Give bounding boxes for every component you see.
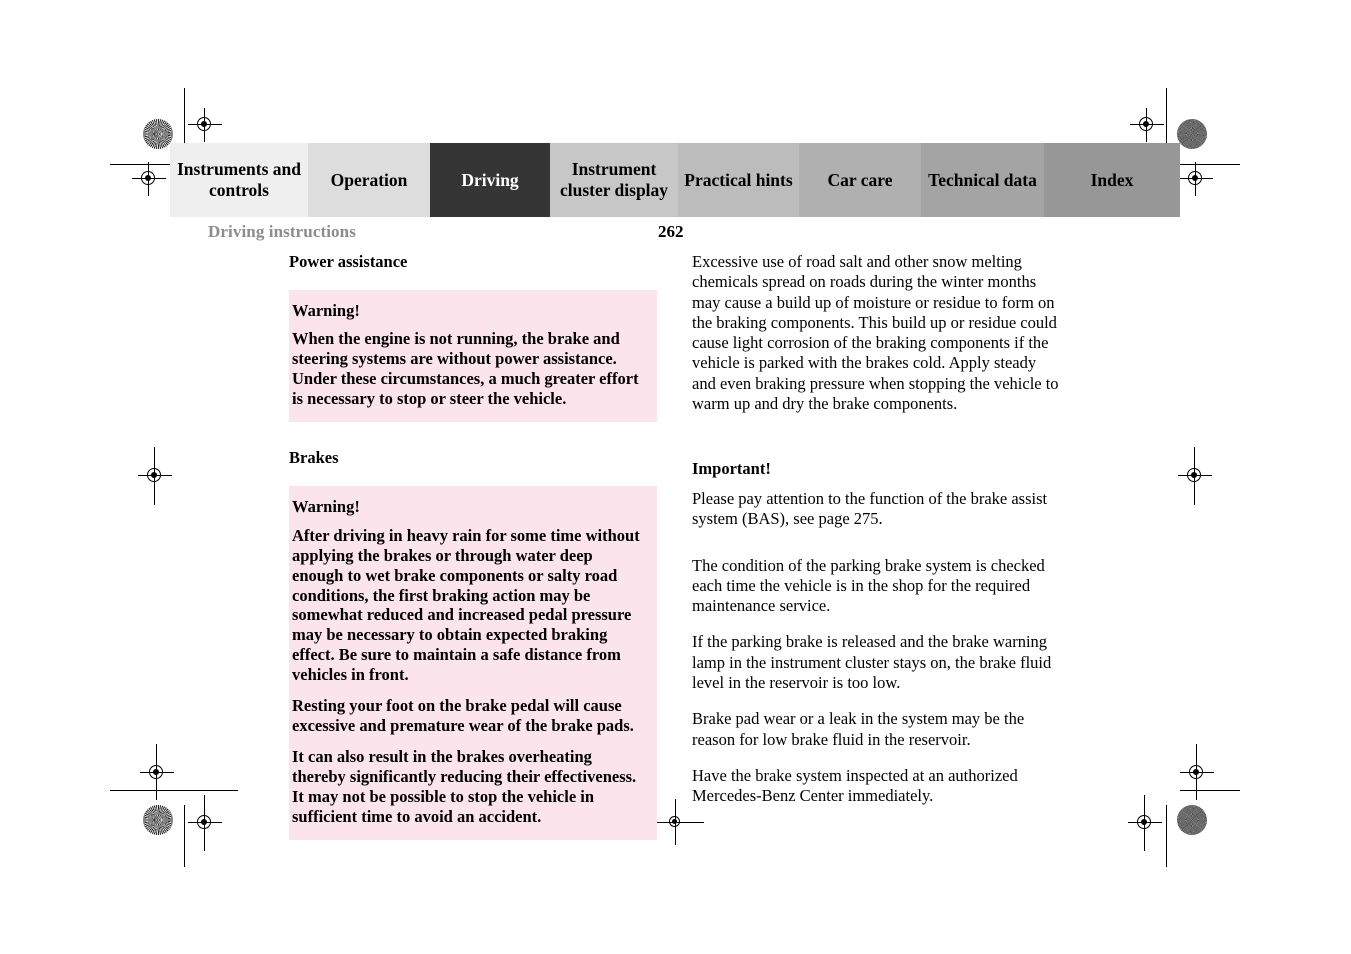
body-paragraph: Have the brake system inspected at an au…: [692, 765, 1018, 806]
page-number: 262: [658, 222, 684, 241]
chapter-tab-label: Instrument cluster display: [559, 159, 669, 200]
chapter-tab-practical-hints[interactable]: Practical hints: [678, 143, 799, 217]
heading-brakes: Brakes: [289, 448, 339, 468]
halftone-star-top-right: [1177, 119, 1207, 149]
registration-mark-bottom-center: [646, 799, 704, 845]
chapter-tab-technical-data[interactable]: Technical data: [921, 143, 1044, 217]
registration-mark-bottom-left-upper: [140, 744, 174, 800]
registration-mark-mid-right: [1178, 447, 1212, 505]
warning-paragraph: Resting your foot on the brake pedal wil…: [292, 696, 634, 736]
crop-line-bottom-right-horizontal: [1180, 790, 1240, 792]
registration-mark-top-left-upper: [188, 108, 222, 142]
halftone-star-bottom-right: [1177, 805, 1207, 835]
warning-paragraph: When the engine is not running, the brak…: [292, 329, 639, 409]
crop-line-bottom-left-horizontal: [110, 790, 238, 792]
halftone-star-top-left: [143, 119, 173, 149]
chapter-tab-driving[interactable]: Driving: [430, 143, 550, 217]
body-paragraph: Please pay attention to the function of …: [692, 489, 1048, 529]
registration-mark-top-right-upper: [1130, 108, 1164, 142]
running-head: Driving instructions: [208, 222, 356, 241]
registration-mark-top-left-lower: [132, 162, 166, 196]
registration-mark-mid-left: [138, 447, 172, 505]
registration-mark-bottom-left-lower: [188, 795, 222, 851]
important-title: Important!: [692, 459, 771, 479]
chapter-tab-label: Technical data: [928, 169, 1037, 190]
warning-paragraph: After driving in heavy rain for some tim…: [292, 525, 640, 685]
right-column: Excessive use of road salt and other sno…: [692, 252, 1060, 822]
warning-box-brakes: Warning! After driving in heavy rain for…: [289, 485, 657, 840]
crop-line-bottom-left-vertical: [184, 805, 186, 867]
heading-power-assistance: Power assistance: [289, 252, 408, 271]
chapter-tab-label: Car care: [827, 169, 893, 190]
chapter-tab-instruments-and-controls[interactable]: Instruments and controls: [170, 143, 308, 217]
warning-title: Warning!: [292, 300, 360, 320]
chapter-tab-label: Instruments and controls: [177, 159, 301, 200]
crop-line-bottom-right-vertical: [1166, 805, 1168, 867]
chapter-tab-label: Driving: [461, 169, 519, 190]
halftone-star-bottom-left: [143, 805, 173, 835]
warning-title: Warning!: [292, 496, 360, 516]
body-paragraph-intro: Excessive use of road salt and other sno…: [692, 252, 1059, 413]
warning-box-power-assistance: Warning! When the engine is not running,…: [289, 289, 657, 423]
chapter-tab-label: Operation: [330, 169, 408, 190]
left-column: Power assistance Warning! When the engin…: [289, 252, 657, 840]
chapter-tab-operation[interactable]: Operation: [308, 143, 430, 217]
registration-mark-bottom-right-lower: [1128, 795, 1162, 851]
chapter-tab-label: Practical hints: [684, 169, 793, 190]
chapter-tab-label: Index: [1090, 169, 1134, 190]
column-spacer: [692, 430, 1060, 459]
body-paragraph: Brake pad wear or a leak in the system m…: [692, 709, 1025, 749]
chapter-tab-instrument-cluster-display[interactable]: Instrument cluster display: [550, 143, 678, 217]
warning-paragraph: It can also result in the brakes overhea…: [292, 747, 637, 827]
registration-mark-bottom-right-upper: [1180, 744, 1214, 800]
registration-mark-top-right-lower: [1179, 162, 1213, 196]
body-paragraph: If the parking brake is released and the…: [692, 632, 1052, 693]
chapter-tab-index[interactable]: Index: [1044, 143, 1180, 217]
chapter-tab-bar: Instruments and controls Operation Driving…: [170, 143, 1180, 217]
body-paragraph: The condition of the parking brake syste…: [692, 555, 1045, 616]
chapter-tab-car-care[interactable]: Car care: [799, 143, 921, 217]
